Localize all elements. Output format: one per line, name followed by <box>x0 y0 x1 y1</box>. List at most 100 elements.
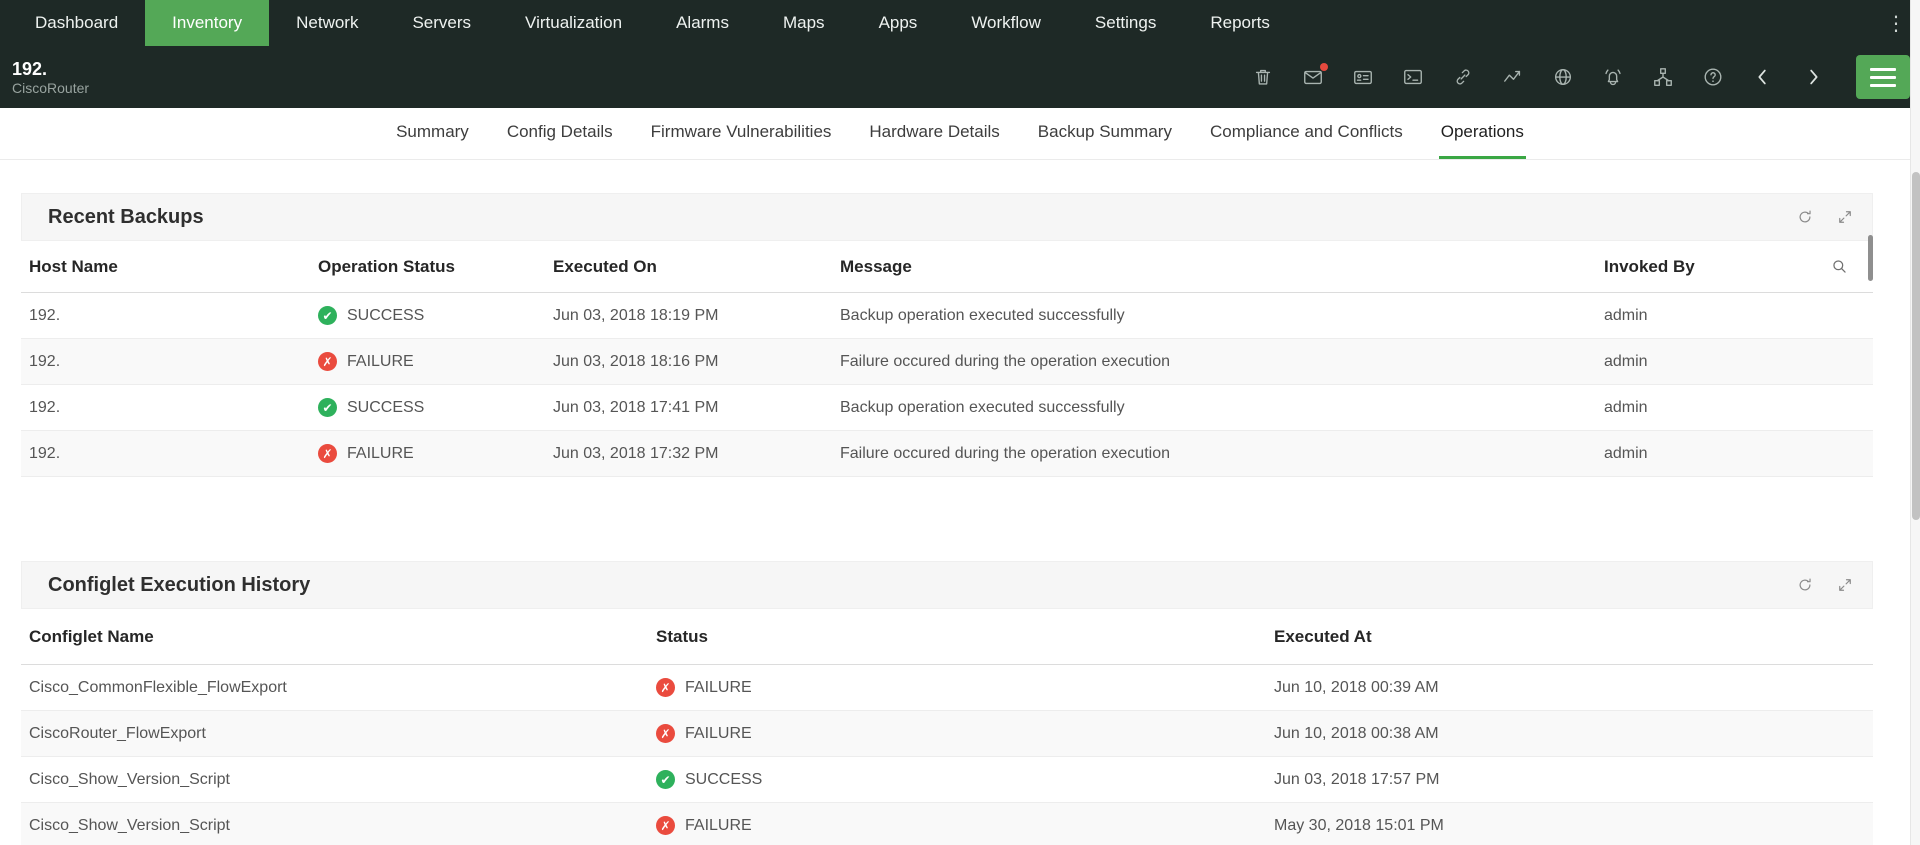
column-executed-at[interactable]: Executed At <box>1274 627 1873 647</box>
status-cell: ✗FAILURE <box>656 816 1274 835</box>
notification-dot <box>1320 63 1328 71</box>
nav-item-alarms[interactable]: Alarms <box>649 0 756 46</box>
device-subtitle: CiscoRouter <box>12 80 89 96</box>
executed-at-cell: Jun 10, 2018 00:39 AM <box>1274 679 1873 697</box>
configlet-name-cell: Cisco_Show_Version_Script <box>21 771 656 789</box>
invoked-by-cell: admin <box>1604 399 1873 417</box>
panel-title: Recent Backups <box>48 206 204 229</box>
message-cell: Failure occured during the operation exe… <box>840 353 1604 371</box>
device-info: 192. CiscoRouter <box>12 58 89 97</box>
nav-items: DashboardInventoryNetworkServersVirtuali… <box>0 0 1297 46</box>
backup-table-row[interactable]: 192.✔SUCCESSJun 03, 2018 18:19 PMBackup … <box>21 293 1873 339</box>
help-icon[interactable] <box>1702 66 1724 88</box>
nav-item-maps[interactable]: Maps <box>756 0 852 46</box>
page-scrollbar[interactable] <box>1910 0 1920 845</box>
topology-icon[interactable] <box>1652 66 1674 88</box>
failure-icon: ✗ <box>318 352 337 371</box>
configlet-name-cell: CiscoRouter_FlowExport <box>21 725 656 743</box>
chevron-left-icon[interactable] <box>1752 66 1774 88</box>
column-invoked-by[interactable]: Invoked By <box>1604 257 1873 277</box>
executed-on-cell: Jun 03, 2018 18:16 PM <box>553 353 840 371</box>
column-operation-status[interactable]: Operation Status <box>318 257 553 277</box>
refresh-icon[interactable] <box>1796 208 1814 226</box>
column-status[interactable]: Status <box>656 627 1274 647</box>
column-configlet-name[interactable]: Configlet Name <box>21 627 656 647</box>
tab-backup-summary[interactable]: Backup Summary <box>1036 108 1174 159</box>
scrollbar-thumb[interactable] <box>1912 172 1920 520</box>
configlet-history-panel-header: Configlet Execution History <box>21 561 1873 609</box>
host-name-cell: 192. <box>21 353 318 371</box>
message-cell: Failure occured during the operation exe… <box>840 445 1604 463</box>
terminal-icon[interactable] <box>1402 66 1424 88</box>
host-name-cell: 192. <box>21 307 318 325</box>
column-host-name[interactable]: Host Name <box>21 257 318 277</box>
alarm-icon[interactable] <box>1602 66 1624 88</box>
tab-compliance-and-conflicts[interactable]: Compliance and Conflicts <box>1208 108 1405 159</box>
configlet-name-cell: Cisco_CommonFlexible_FlowExport <box>21 679 656 697</box>
configlet-name-cell: Cisco_Show_Version_Script <box>21 817 656 835</box>
nav-item-settings[interactable]: Settings <box>1068 0 1183 46</box>
failure-icon: ✗ <box>656 724 675 743</box>
backup-table-row[interactable]: 192.✗FAILUREJun 03, 2018 17:32 PMFailure… <box>21 431 1873 477</box>
nav-item-servers[interactable]: Servers <box>385 0 498 46</box>
refresh-icon[interactable] <box>1796 576 1814 594</box>
column-invoked-by-label: Invoked By <box>1604 257 1695 277</box>
host-name-cell: 192. <box>21 399 318 417</box>
globe-icon[interactable] <box>1552 66 1574 88</box>
expand-icon[interactable] <box>1836 208 1854 226</box>
tab-hardware-details[interactable]: Hardware Details <box>867 108 1001 159</box>
backup-table-row[interactable]: 192.✔SUCCESSJun 03, 2018 17:41 PMBackup … <box>21 385 1873 431</box>
configlet-history-column-header: Configlet Name Status Executed At <box>21 609 1873 665</box>
recent-backups-column-header: Host Name Operation Status Executed On M… <box>21 241 1873 293</box>
success-icon: ✔ <box>318 398 337 417</box>
hamburger-menu-icon[interactable] <box>1856 55 1910 99</box>
status-cell: ✔SUCCESS <box>656 770 1274 789</box>
success-icon: ✔ <box>318 306 337 325</box>
link-icon[interactable] <box>1452 66 1474 88</box>
nav-item-dashboard[interactable]: Dashboard <box>8 0 145 46</box>
sparkline-icon[interactable] <box>1502 66 1524 88</box>
configlet-table-row[interactable]: CiscoRouter_FlowExport✗FAILUREJun 10, 20… <box>21 711 1873 757</box>
nav-item-workflow[interactable]: Workflow <box>944 0 1068 46</box>
executed-at-cell: Jun 03, 2018 17:57 PM <box>1274 771 1873 789</box>
invoked-by-cell: admin <box>1604 445 1873 463</box>
nav-item-reports[interactable]: Reports <box>1183 0 1297 46</box>
failure-icon: ✗ <box>656 678 675 697</box>
table-scrollbar[interactable] <box>1868 235 1873 281</box>
tab-summary[interactable]: Summary <box>394 108 471 159</box>
nav-item-network[interactable]: Network <box>269 0 385 46</box>
expand-icon[interactable] <box>1836 576 1854 594</box>
panel-title: Configlet Execution History <box>48 574 310 597</box>
configlet-table-row[interactable]: Cisco_CommonFlexible_FlowExport✗FAILUREJ… <box>21 665 1873 711</box>
message-cell: Backup operation executed successfully <box>840 307 1604 325</box>
trash-icon[interactable] <box>1252 66 1274 88</box>
credential-icon[interactable] <box>1352 66 1374 88</box>
operation-status-cell: ✔SUCCESS <box>318 398 553 417</box>
executed-at-cell: Jun 10, 2018 00:38 AM <box>1274 725 1873 743</box>
search-icon[interactable] <box>1830 257 1849 276</box>
configlet-table-row[interactable]: Cisco_Show_Version_Script✔SUCCESSJun 03,… <box>21 757 1873 803</box>
backup-table-row[interactable]: 192.✗FAILUREJun 03, 2018 18:16 PMFailure… <box>21 339 1873 385</box>
nav-item-virtualization[interactable]: Virtualization <box>498 0 649 46</box>
chevron-right-icon[interactable] <box>1802 66 1824 88</box>
tab-firmware-vulnerabilities[interactable]: Firmware Vulnerabilities <box>649 108 834 159</box>
device-actions <box>1252 55 1910 99</box>
operation-status-cell: ✗FAILURE <box>318 352 553 371</box>
message-cell: Backup operation executed successfully <box>840 399 1604 417</box>
configlet-table-row[interactable]: Cisco_Show_Version_Script✗FAILUREMay 30,… <box>21 803 1873 845</box>
failure-icon: ✗ <box>318 444 337 463</box>
recent-backups-rows: 192.✔SUCCESSJun 03, 2018 18:19 PMBackup … <box>21 293 1873 477</box>
column-message[interactable]: Message <box>840 257 1604 277</box>
recent-backups-panel-header: Recent Backups <box>21 193 1873 241</box>
nav-item-inventory[interactable]: Inventory <box>145 0 269 46</box>
nav-item-apps[interactable]: Apps <box>852 0 945 46</box>
tab-config-details[interactable]: Config Details <box>505 108 615 159</box>
column-executed-on[interactable]: Executed On <box>553 257 840 277</box>
top-navigation: DashboardInventoryNetworkServersVirtuali… <box>0 0 1920 46</box>
device-title: 192. <box>12 58 89 81</box>
mail-icon[interactable] <box>1302 66 1324 88</box>
tab-operations[interactable]: Operations <box>1439 108 1526 159</box>
status-cell: ✗FAILURE <box>656 724 1274 743</box>
failure-icon: ✗ <box>656 816 675 835</box>
recent-backups-panel: Recent Backups Host Name Operation Statu… <box>21 193 1873 477</box>
